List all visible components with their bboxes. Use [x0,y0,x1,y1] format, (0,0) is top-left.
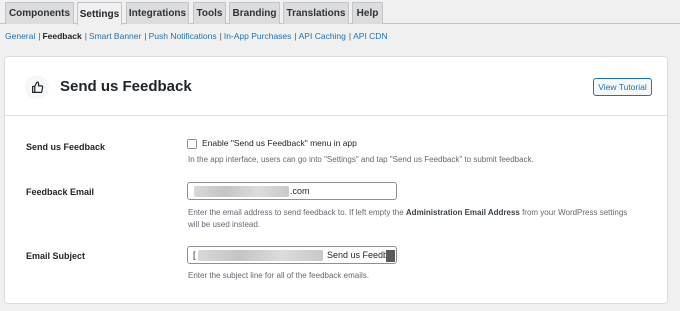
feedback-email-input[interactable]: .com [187,182,397,200]
settings-tabs: Components Settings Integrations Tools B… [0,0,680,25]
subnav-api-caching[interactable]: API Caching [299,31,346,41]
feedback-email-label: Feedback Email [26,187,95,197]
feedback-email-description: Enter the email address to send feedback… [188,208,628,229]
subject-prefix: [ [193,250,196,260]
page-title: Send us Feedback [60,78,192,95]
email-domain-suffix: .com [290,186,310,196]
enable-feedback-checkbox-label[interactable]: Enable "Send us Feedback" menu in app [202,138,357,148]
subnav-in-app-purchases[interactable]: In-App Purchases [224,31,292,41]
tab-settings[interactable]: Settings [77,2,122,25]
enable-feedback-checkbox[interactable] [187,139,197,149]
feedback-row-label: Send us Feedback [26,142,106,152]
subnav-general[interactable]: General [5,31,35,41]
tab-tools[interactable]: Tools [193,2,226,24]
subnav-feedback[interactable]: Feedback [42,31,81,41]
feedback-description: In the app interface, users can go into … [188,155,534,164]
tab-integrations[interactable]: Integrations [126,2,189,24]
thumbs-up-icon [25,75,49,99]
text-cursor [386,250,395,262]
email-subject-description: Enter the subject line for all of the fe… [188,271,369,280]
settings-subnav: General | Feedback | Smart Banner | Push Notif… [5,31,388,41]
subject-suffix: Send us Feedb [327,250,389,260]
redacted-email [194,186,289,197]
email-subject-label: Email Subject [26,251,86,261]
view-tutorial-button[interactable]: View Tutorial [593,78,652,96]
email-subject-input[interactable]: [ Send us Feedb [187,246,397,264]
subnav-api-cdn[interactable]: API CDN [353,31,387,41]
subnav-push-notifications[interactable]: Push Notifications [149,31,217,41]
header-divider [5,115,667,116]
tab-translations[interactable]: Translations [283,2,349,24]
feedback-settings-panel: Send us Feedback View Tutorial Send us F… [4,56,668,304]
tab-components[interactable]: Components [5,2,74,24]
tab-help[interactable]: Help [352,2,383,24]
redacted-subject [198,250,323,261]
tab-branding[interactable]: Branding [229,2,280,24]
subnav-smart-banner[interactable]: Smart Banner [89,31,141,41]
